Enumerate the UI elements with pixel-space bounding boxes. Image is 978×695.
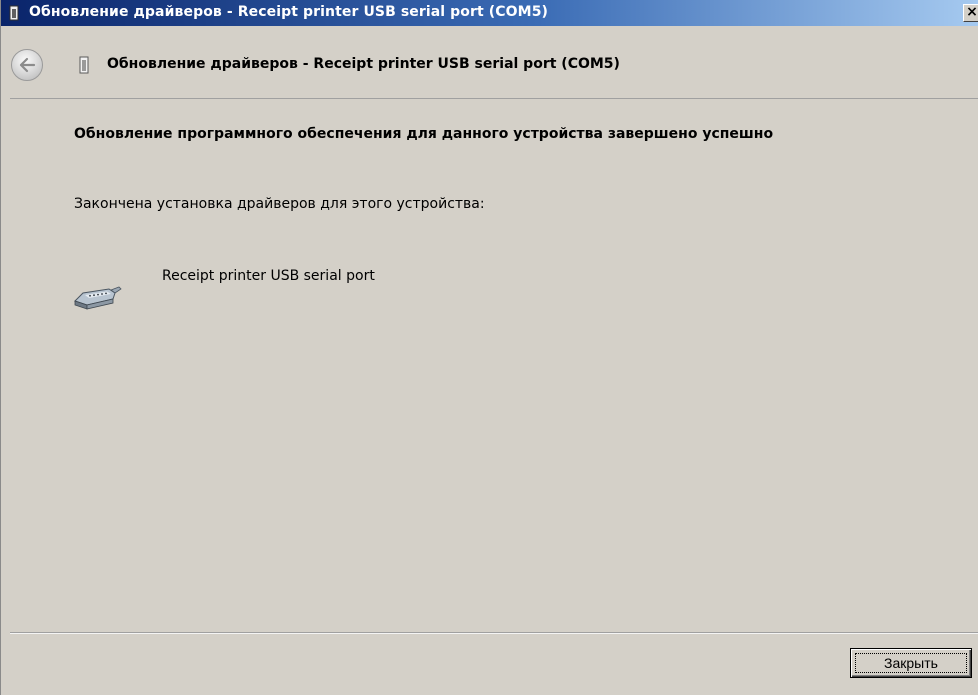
success-heading: Обновление программного обеспечения для … [74, 126, 774, 142]
driver-update-window: Обновление драйверов - Receipt printer U… [0, 0, 978, 695]
serial-port-icon [74, 286, 122, 310]
back-arrow-icon [19, 57, 36, 73]
title-bar[interactable]: Обновление драйверов - Receipt printer U… [1, 0, 978, 26]
footer-divider-highlight [10, 633, 978, 634]
navigation-bar: Обновление драйверов - Receipt printer U… [1, 26, 978, 98]
header-divider [10, 98, 978, 99]
device-icon [9, 5, 19, 21]
close-button-label: Закрыть [884, 655, 938, 671]
close-button[interactable]: Закрыть [850, 648, 972, 678]
install-description: Закончена установка драйверов для этого … [74, 196, 485, 212]
back-button[interactable] [11, 49, 43, 81]
device-icon [79, 56, 89, 74]
close-icon: × [966, 4, 978, 20]
close-window-button[interactable]: × [963, 4, 978, 22]
wizard-title: Обновление драйверов - Receipt printer U… [107, 56, 620, 72]
device-name: Receipt printer USB serial port [162, 268, 375, 284]
window-title: Обновление драйверов - Receipt printer U… [29, 4, 549, 20]
